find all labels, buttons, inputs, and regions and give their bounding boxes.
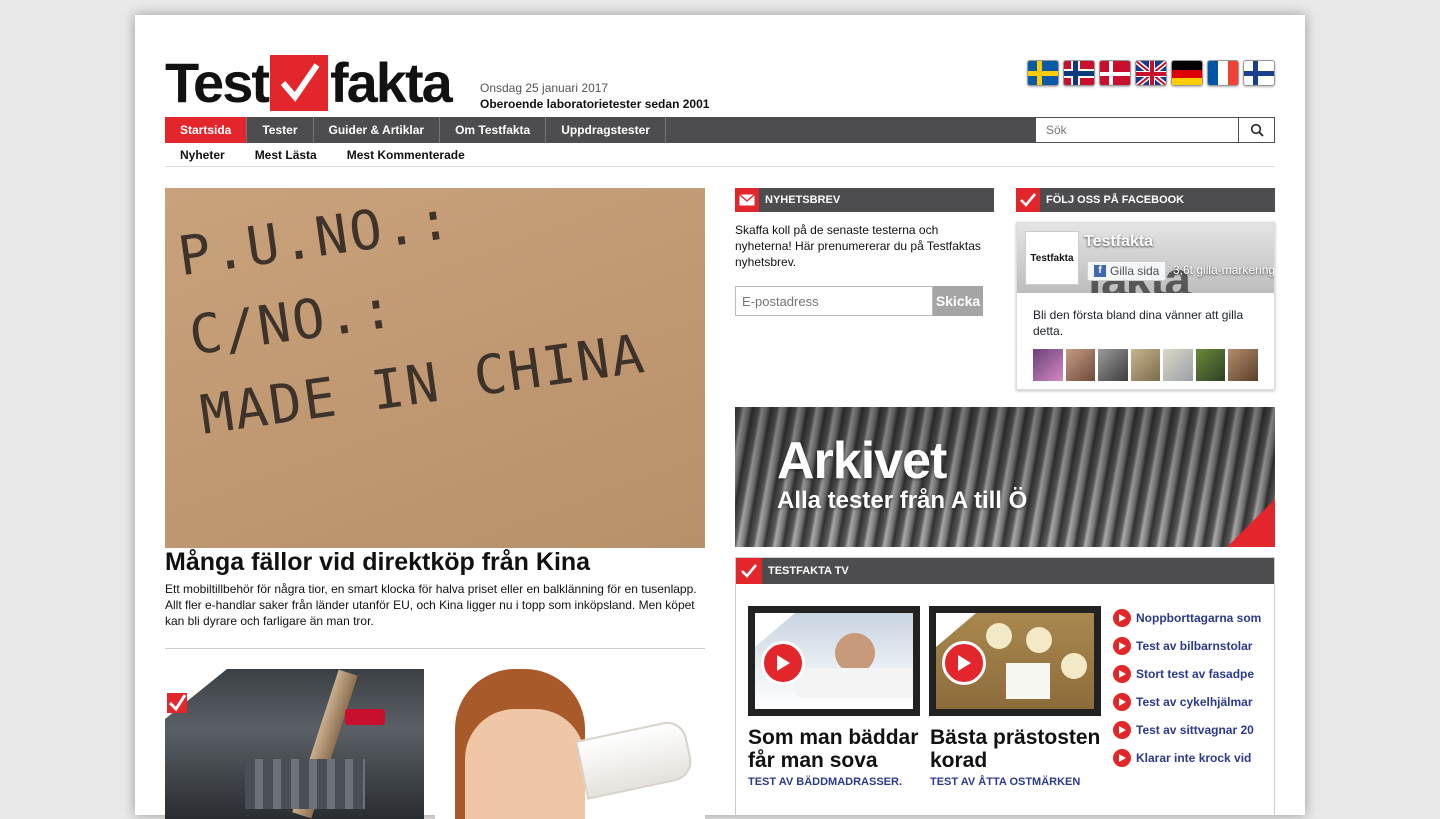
hero-lead: Ett mobiltillbehör för några tior, en sm…: [165, 582, 697, 628]
video-title[interactable]: Som man bäddar får man sova: [748, 726, 923, 772]
play-icon: [1113, 693, 1131, 711]
nav-item-startsida[interactable]: Startsida: [165, 117, 248, 143]
send-button[interactable]: Skicka: [933, 286, 983, 316]
checkmark-icon: [736, 558, 762, 584]
hero-image[interactable]: P.U.NO.: C/NO.: MADE IN CHINA: [165, 188, 705, 548]
friend-faces: [1033, 349, 1259, 381]
logo-text-left: Test: [165, 51, 270, 114]
friends-text: Bli den första bland dina vänner att gil…: [1033, 308, 1244, 338]
avatar-logo-text: Testfakta: [1030, 252, 1074, 264]
checkmark-icon: [1016, 188, 1040, 212]
email-field[interactable]: [735, 286, 933, 316]
search-input[interactable]: [1036, 118, 1238, 142]
hero-image-text: P.U.NO.: C/NO.: MADE IN CHINA: [174, 188, 650, 447]
avatar[interactable]: [1033, 349, 1063, 381]
sub-nav: Nyheter Mest Lästa Mest Kommenterade: [165, 145, 1275, 167]
facebook-widget: fakta Testfakta Testfakta f Gilla sida 3…: [1016, 222, 1275, 390]
facebook-icon: f: [1094, 265, 1106, 277]
search-button[interactable]: [1238, 118, 1274, 142]
tv-video-list: Noppborttagarna som Test av bilbarnstola…: [1113, 604, 1273, 772]
nav-item-uppdragstester[interactable]: Uppdragstester: [546, 117, 666, 143]
avatar[interactable]: [1098, 349, 1128, 381]
subnav-item-nyheter[interactable]: Nyheter: [165, 145, 240, 166]
checkmark-icon: [167, 693, 187, 713]
archive-subtitle: Alla tester från A till Ö: [777, 487, 1028, 514]
article-thumbnail-milk[interactable]: [435, 669, 705, 819]
subnav-item-mest-kommenterade[interactable]: Mest Kommenterade: [332, 145, 480, 166]
list-item[interactable]: Test av cykelhjälmar: [1113, 688, 1273, 716]
logo-text-right: fakta: [330, 51, 453, 114]
avatar[interactable]: [1195, 349, 1226, 381]
like-count: 3,6t gilla-markeringar: [1173, 263, 1274, 277]
newsletter-title: NYHETSBREV: [765, 194, 841, 206]
search-box: [1035, 117, 1275, 143]
like-page-button[interactable]: f Gilla sida: [1087, 261, 1167, 281]
page-avatar[interactable]: Testfakta: [1025, 231, 1079, 285]
facebook-box: FÖLJ OSS PÅ FACEBOOK fakta Testfakta Tes…: [1016, 188, 1275, 390]
tagline: Oberoende laboratorietester sedan 2001: [480, 97, 710, 111]
play-icon: [1113, 721, 1131, 739]
danish-flag-icon[interactable]: [1099, 60, 1131, 86]
facebook-title: FÖLJ OSS PÅ FACEBOOK: [1046, 194, 1185, 206]
play-icon[interactable]: [761, 641, 805, 685]
french-flag-icon[interactable]: [1207, 60, 1239, 86]
play-icon: [1113, 637, 1131, 655]
play-icon: [1113, 749, 1131, 767]
swedish-flag-icon[interactable]: [1027, 60, 1059, 86]
avatar[interactable]: [1130, 349, 1161, 381]
checkmark-icon: [270, 55, 328, 111]
nav-item-om-testfakta[interactable]: Om Testfakta: [440, 117, 547, 143]
video-thumbnail-mattress[interactable]: [748, 606, 920, 716]
play-icon: [1113, 609, 1131, 627]
play-icon: [1113, 665, 1131, 683]
article-thumbnail-battery[interactable]: [165, 669, 424, 819]
page: Test fakta Onsdag 25 januari 2017 Oberoe…: [135, 15, 1305, 819]
main-nav: Startsida Tester Guider & Artiklar Om Te…: [165, 117, 1275, 143]
finnish-flag-icon[interactable]: [1243, 60, 1275, 86]
facebook-cover: fakta Testfakta Testfakta f Gilla sida 3…: [1017, 223, 1274, 293]
facebook-page-name[interactable]: Testfakta: [1084, 233, 1153, 251]
avatar[interactable]: [1228, 349, 1259, 381]
search-icon: [1250, 123, 1264, 137]
avatar[interactable]: [1163, 349, 1193, 381]
list-item[interactable]: Noppborttagarna som: [1113, 604, 1273, 632]
archive-title: Arkivet: [777, 432, 947, 490]
nav-item-guider[interactable]: Guider & Artiklar: [314, 117, 441, 143]
subnav-item-mest-lasta[interactable]: Mest Lästa: [240, 145, 332, 166]
language-flags: [1027, 60, 1275, 86]
mail-icon: [735, 188, 759, 212]
list-item[interactable]: Klarar inte krock vid: [1113, 744, 1273, 772]
video-thumbnail-cheese[interactable]: [929, 606, 1101, 716]
facebook-header: FÖLJ OSS PÅ FACEBOOK: [1016, 188, 1275, 212]
nav-item-tester[interactable]: Tester: [247, 117, 314, 143]
video-subtitle[interactable]: TEST AV ÅTTA OSTMÄRKEN: [930, 776, 1080, 788]
newsletter-text: Skaffa koll på de senaste testerna och n…: [735, 223, 981, 269]
testfakta-tv-box: TESTFAKTA TV Som man bäddar får man sova…: [735, 557, 1275, 817]
archive-banner[interactable]: Arkivet Alla tester från A till Ö: [735, 407, 1275, 547]
tv-title: TESTFAKTA TV: [768, 565, 849, 577]
play-icon[interactable]: [942, 641, 986, 685]
list-item[interactable]: Test av sittvagnar 20: [1113, 716, 1273, 744]
video-subtitle[interactable]: TEST AV BÄDDMADRASSER.: [748, 776, 902, 788]
testfakta-logo[interactable]: Test fakta: [165, 51, 453, 114]
list-item[interactable]: Test av bilbarnstolar: [1113, 632, 1273, 660]
video-title[interactable]: Bästa prästosten korad: [930, 726, 1105, 772]
newsletter-form: Skicka: [735, 286, 994, 316]
norwegian-flag-icon[interactable]: [1063, 60, 1095, 86]
newsletter-header: NYHETSBREV: [735, 188, 994, 212]
uk-flag-icon[interactable]: [1135, 60, 1167, 86]
hero-headline[interactable]: Många fällor vid direktköp från Kina: [165, 548, 590, 577]
list-item[interactable]: Stort test av fasadpe: [1113, 660, 1273, 688]
newsletter-box: NYHETSBREV Skaffa koll på de senaste tes…: [735, 188, 994, 316]
avatar[interactable]: [1065, 349, 1096, 381]
german-flag-icon[interactable]: [1171, 60, 1203, 86]
like-label: Gilla sida: [1110, 264, 1160, 278]
current-date: Onsdag 25 januari 2017: [480, 81, 609, 95]
tv-header: TESTFAKTA TV: [736, 558, 1274, 584]
divider: [165, 648, 705, 649]
